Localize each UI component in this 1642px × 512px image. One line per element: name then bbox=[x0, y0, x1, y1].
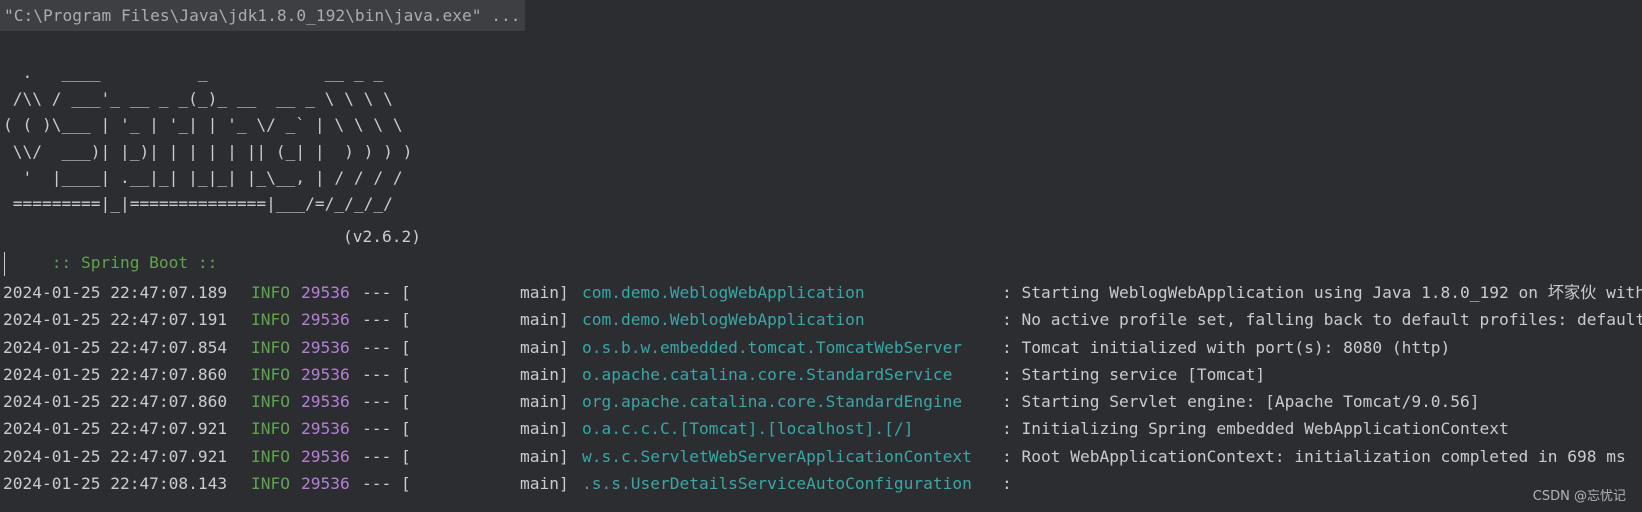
command-line[interactable]: "C:\Program Files\Java\jdk1.8.0_192\bin\… bbox=[0, 0, 525, 31]
log-thread: main] bbox=[520, 474, 569, 494]
log-line: 2024-01-25 22:47:07.854 INFO 29536 --- [… bbox=[0, 334, 1642, 361]
log-line: 2024-01-25 22:47:07.860 INFO 29536 --- [… bbox=[0, 388, 1642, 415]
log-message: : Root WebApplicationContext: initializa… bbox=[1002, 446, 1626, 466]
log-separator: --- [ bbox=[362, 283, 411, 302]
log-message: : Tomcat initialized with port(s): 8080 … bbox=[1002, 337, 1451, 357]
log-separator: --- [ bbox=[362, 419, 411, 439]
log-separator: --- [ bbox=[362, 310, 411, 330]
log-message: : No active profile set, falling back to… bbox=[1002, 310, 1642, 330]
log-level: INFO bbox=[251, 474, 290, 494]
log-lines: 2024-01-25 22:47:07.189 INFO 29536 --- [… bbox=[0, 279, 1642, 497]
log-line: 2024-01-25 22:47:07.189 INFO 29536 --- [… bbox=[0, 279, 1642, 306]
log-timestamp: 2024-01-25 22:47:07.921 bbox=[3, 419, 228, 439]
log-pid: 29536 bbox=[301, 310, 350, 330]
spring-boot-banner: . ____ _ __ _ _ /\\ / ___'_ __ _ _(_)_ _… bbox=[3, 63, 413, 214]
log-timestamp: 2024-01-25 22:47:07.860 bbox=[3, 364, 228, 384]
console-output[interactable]: "C:\Program Files\Java\jdk1.8.0_192\bin\… bbox=[0, 0, 1642, 512]
log-thread: main] bbox=[520, 310, 569, 330]
log-timestamp: 2024-01-25 22:47:07.191 bbox=[3, 310, 228, 330]
log-level: INFO bbox=[251, 310, 290, 330]
log-thread: main] bbox=[520, 419, 569, 439]
log-pid: 29536 bbox=[301, 337, 350, 357]
log-timestamp: 2024-01-25 22:47:07.854 bbox=[3, 337, 228, 357]
log-timestamp: 2024-01-25 22:47:07.921 bbox=[3, 446, 228, 466]
log-level: INFO bbox=[251, 419, 290, 439]
log-logger-link[interactable]: .s.s.UserDetailsServiceAutoConfiguration bbox=[582, 470, 972, 497]
log-separator: --- [ bbox=[362, 392, 411, 412]
log-message: : Starting service [Tomcat] bbox=[1002, 364, 1266, 384]
log-pid: 29536 bbox=[301, 283, 350, 302]
log-message: : Starting Servlet engine: [Apache Tomca… bbox=[1002, 392, 1480, 412]
log-message: : Starting WeblogWebApplication using Ja… bbox=[1002, 283, 1642, 302]
log-timestamp: 2024-01-25 22:47:07.189 bbox=[3, 283, 228, 302]
log-level: INFO bbox=[251, 392, 290, 412]
log-logger-link[interactable]: o.s.b.w.embedded.tomcat.TomcatWebServer bbox=[582, 334, 962, 361]
log-separator: --- [ bbox=[362, 364, 411, 384]
log-thread: main] bbox=[520, 283, 569, 302]
log-logger-link[interactable]: com.demo.WeblogWebApplication bbox=[582, 306, 865, 333]
log-thread: main] bbox=[520, 392, 569, 412]
log-thread: main] bbox=[520, 446, 569, 466]
log-message: : Initializing Spring embedded WebApplic… bbox=[1002, 419, 1509, 439]
log-pid: 29536 bbox=[301, 392, 350, 412]
log-timestamp: 2024-01-25 22:47:08.143 bbox=[3, 474, 228, 494]
log-line: 2024-01-25 22:47:07.921 INFO 29536 --- [… bbox=[0, 443, 1642, 470]
log-line: 2024-01-25 22:47:07.921 INFO 29536 --- [… bbox=[0, 415, 1642, 442]
log-timestamp: 2024-01-25 22:47:07.860 bbox=[3, 392, 228, 412]
log-message: : bbox=[1002, 474, 1012, 494]
log-separator: --- [ bbox=[362, 337, 411, 357]
log-level: INFO bbox=[251, 283, 290, 302]
log-logger-link[interactable]: com.demo.WeblogWebApplication bbox=[582, 279, 865, 306]
text-caret bbox=[4, 252, 5, 276]
log-logger-link[interactable]: o.apache.catalina.core.StandardService bbox=[582, 361, 952, 388]
log-level: INFO bbox=[251, 446, 290, 466]
log-separator: --- [ bbox=[362, 446, 411, 466]
log-separator: --- [ bbox=[362, 474, 411, 494]
log-level: INFO bbox=[251, 337, 290, 357]
log-line: 2024-01-25 22:47:07.191 INFO 29536 --- [… bbox=[0, 306, 1642, 333]
log-thread: main] bbox=[520, 364, 569, 384]
spring-boot-version: (v2.6.2) bbox=[343, 227, 421, 246]
log-logger-link[interactable]: w.s.c.ServletWebServerApplicationContext bbox=[582, 443, 972, 470]
log-pid: 29536 bbox=[301, 364, 350, 384]
log-pid: 29536 bbox=[301, 419, 350, 439]
csdn-watermark: CSDN @忘忧记 bbox=[1532, 489, 1626, 504]
log-logger-link[interactable]: o.a.c.c.C.[Tomcat].[localhost].[/] bbox=[582, 415, 913, 442]
log-pid: 29536 bbox=[301, 474, 350, 494]
log-pid: 29536 bbox=[301, 446, 350, 466]
log-thread: main] bbox=[520, 337, 569, 357]
log-logger-link[interactable]: org.apache.catalina.core.StandardEngine bbox=[582, 388, 962, 415]
log-line: 2024-01-25 22:47:08.143 INFO 29536 --- [… bbox=[0, 470, 1642, 497]
log-line: 2024-01-25 22:47:07.860 INFO 29536 --- [… bbox=[0, 361, 1642, 388]
log-level: INFO bbox=[251, 364, 290, 384]
spring-boot-label: :: Spring Boot :: bbox=[41, 253, 228, 272]
